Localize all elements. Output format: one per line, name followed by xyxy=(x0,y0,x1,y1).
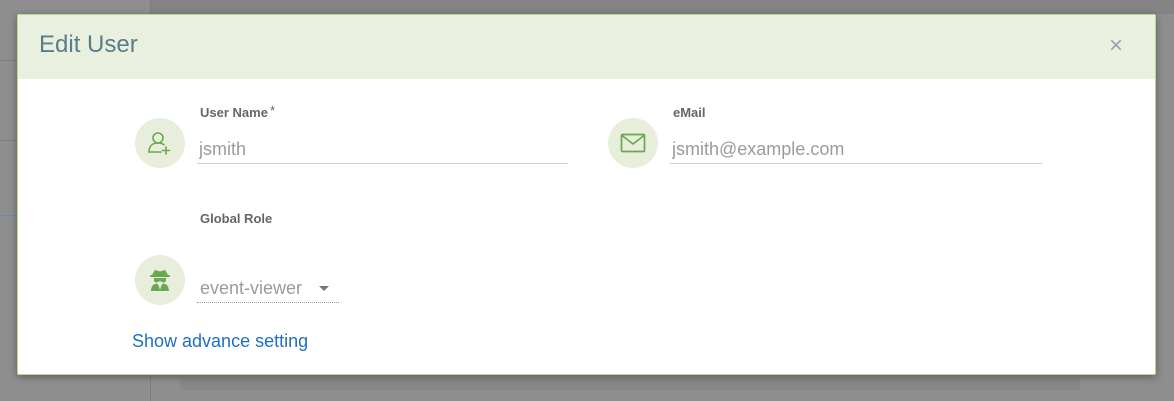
dialog-title: Edit User xyxy=(39,31,138,58)
dialog-header: Edit User × xyxy=(18,15,1155,79)
required-marker: * xyxy=(269,103,275,118)
add-user-icon xyxy=(135,118,185,168)
username-input[interactable] xyxy=(197,136,568,164)
background-divider xyxy=(0,140,17,141)
close-button[interactable]: × xyxy=(1105,32,1127,59)
background-row xyxy=(180,378,1080,390)
background-header xyxy=(150,0,1174,14)
envelope-icon xyxy=(608,118,658,168)
global-role-select[interactable]: event-viewer xyxy=(197,273,339,303)
background-divider xyxy=(0,215,17,216)
global-role-label-text: Global Role xyxy=(200,211,273,226)
email-input[interactable] xyxy=(670,136,1042,164)
background-divider xyxy=(0,60,17,61)
close-icon: × xyxy=(1108,32,1123,59)
edit-user-dialog: Edit User × User Name* eMail Global Role xyxy=(17,14,1156,375)
username-label-text: User Name xyxy=(200,105,268,120)
email-label-text: eMail xyxy=(673,105,706,120)
global-role-selected-value: event-viewer xyxy=(200,278,303,298)
username-label: User Name * xyxy=(200,103,275,120)
spy-user-icon xyxy=(135,255,185,305)
global-role-label: Global Role xyxy=(200,211,272,226)
show-advanced-settings-link[interactable]: Show advance setting xyxy=(132,331,308,352)
email-label: eMail xyxy=(673,105,706,120)
chevron-down-icon xyxy=(319,286,329,291)
